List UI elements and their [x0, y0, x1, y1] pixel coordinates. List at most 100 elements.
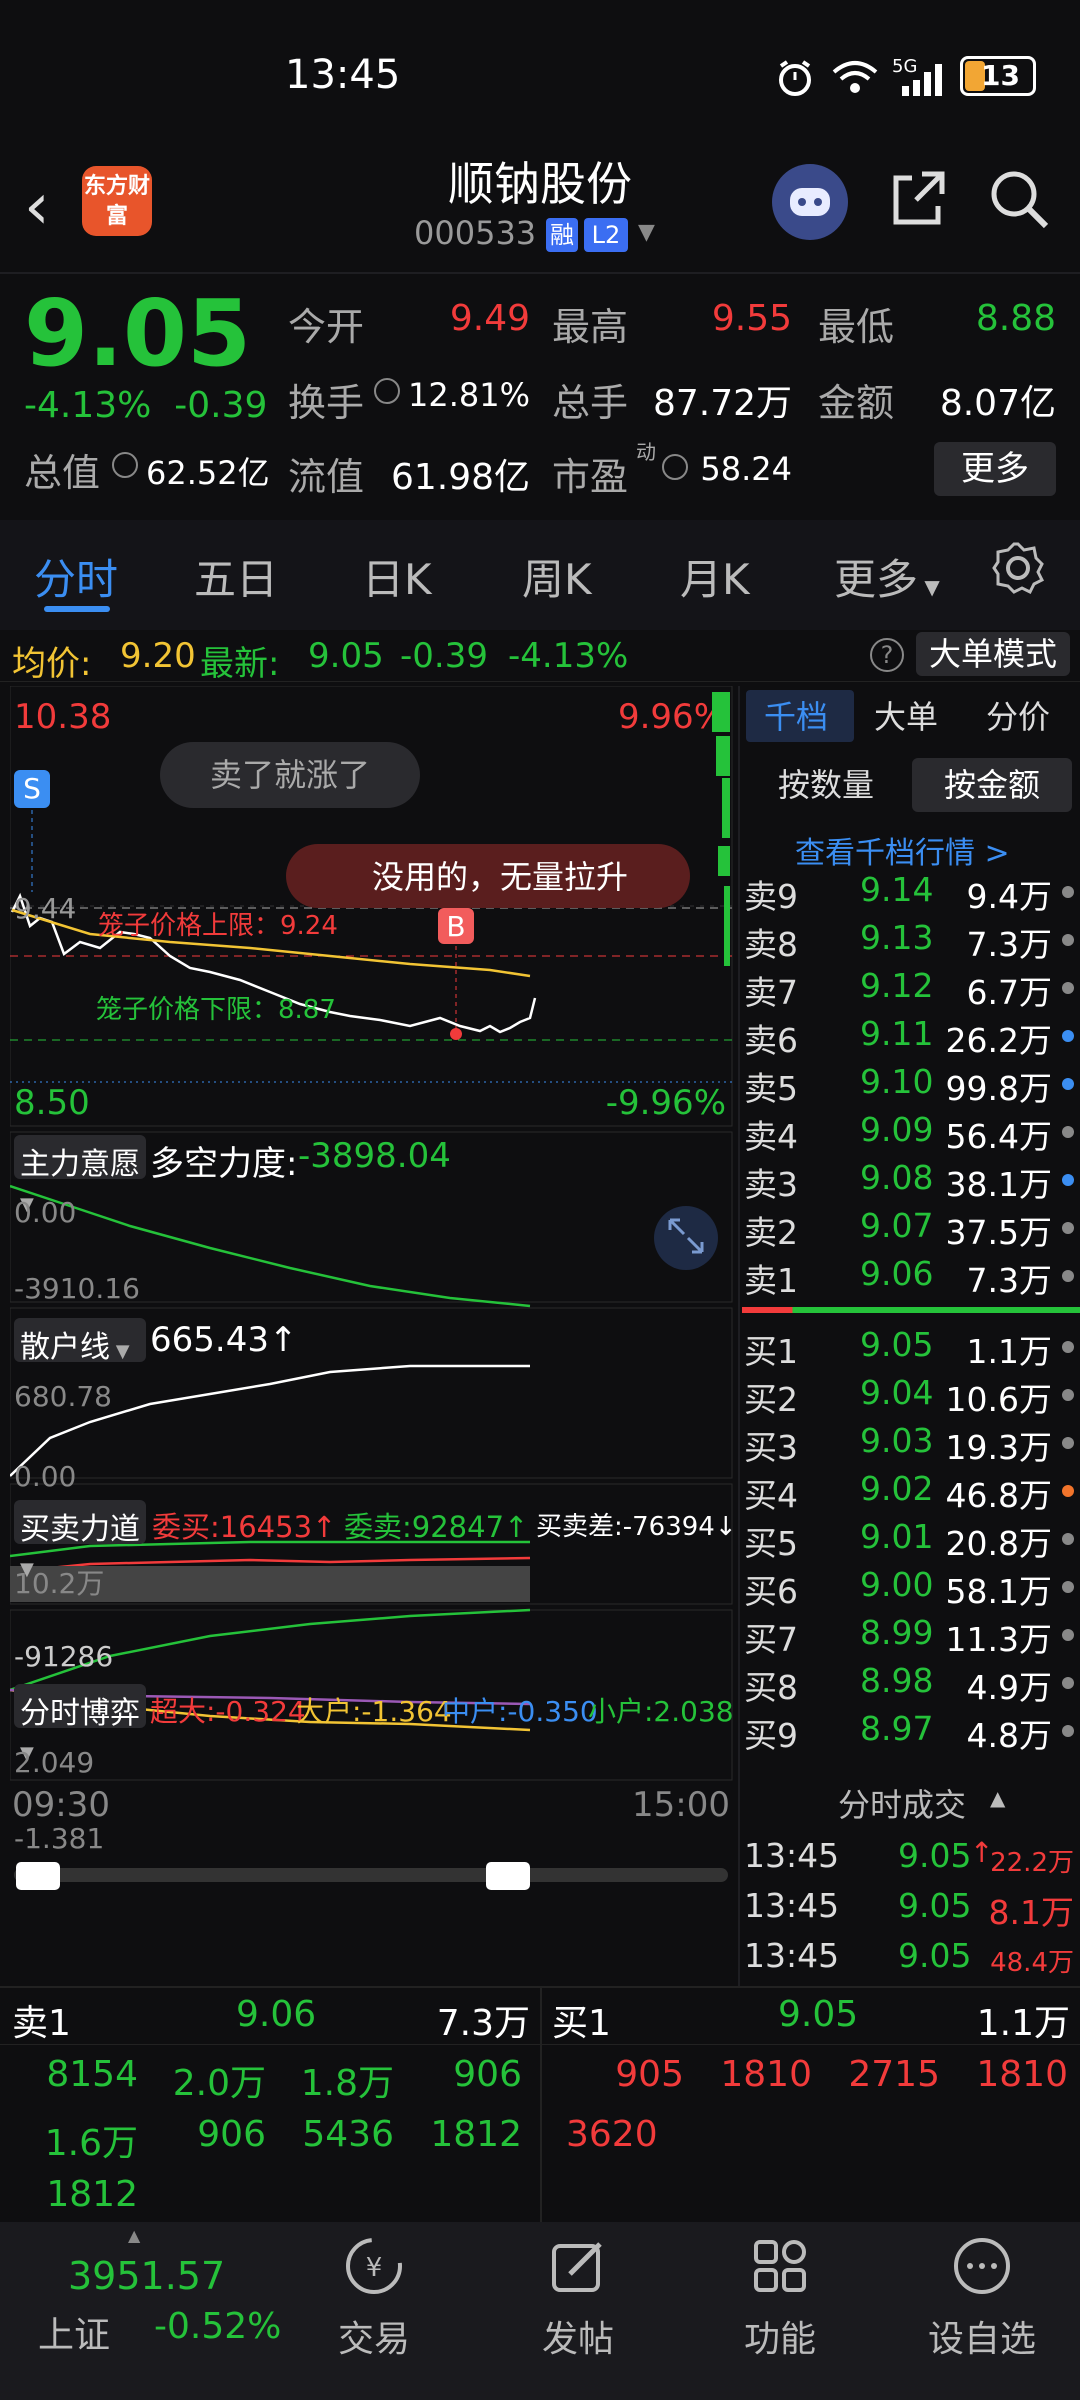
level-dot-icon — [1062, 1581, 1074, 1593]
trade-icon[interactable]: ¥ — [344, 2236, 404, 2296]
latest-pct: -4.13% — [508, 636, 629, 676]
info-icon[interactable] — [374, 378, 400, 404]
change-pct: -4.13% — [24, 385, 152, 426]
bid-price: 9.00 — [860, 1565, 934, 1604]
ob-tab-big-order[interactable]: 大单 — [874, 692, 938, 738]
indicator1-name: 多空力度: — [150, 1144, 298, 1184]
q-buy1-vol: 1.1万 — [976, 2003, 1070, 2044]
level-dot-icon — [1062, 1533, 1074, 1545]
function-grid-icon[interactable] — [750, 2236, 810, 2296]
watchlist-icon[interactable] — [952, 2236, 1012, 2296]
indicator3-diff: 买卖差:-76394↓ — [536, 1512, 737, 1542]
ask-row[interactable]: 卖7 9.12 6.7万 — [742, 966, 1080, 1014]
ask-row[interactable]: 卖8 9.13 7.3万 — [742, 918, 1080, 966]
share-icon[interactable] — [888, 168, 948, 228]
bid-row[interactable]: 买2 9.04 10.6万 — [742, 1373, 1080, 1421]
chevron-up-icon[interactable]: ▲ — [990, 1786, 1005, 1810]
chart-high-price: 10.38 — [14, 697, 111, 737]
tab-more[interactable]: 更多 ▼ — [834, 546, 940, 607]
ask-row[interactable]: 卖2 9.07 37.5万 — [742, 1206, 1080, 1254]
tab-intraday[interactable]: 分时 — [34, 546, 118, 607]
chevron-down-icon[interactable]: ▼ — [638, 220, 655, 245]
bid-row[interactable]: 买5 9.01 20.8万 — [742, 1517, 1080, 1565]
bid-row[interactable]: 买3 9.03 19.3万 — [742, 1421, 1080, 1469]
pe-superscript: 动 — [636, 440, 656, 464]
stock-name: 顺钠股份 — [448, 157, 632, 211]
bid-price: 8.97 — [860, 1709, 934, 1748]
nav-add-watchlist[interactable]: 设自选 — [912, 2310, 1052, 2362]
tab-daily-k[interactable]: 日K — [362, 546, 432, 607]
ask-row[interactable]: 卖1 9.06 7.3万 — [742, 1254, 1080, 1302]
nav-trade[interactable]: 交易 — [304, 2310, 444, 2362]
latest-label: 最新: — [200, 644, 280, 684]
ask-row[interactable]: 卖4 9.09 56.4万 — [742, 1110, 1080, 1158]
nav-function[interactable]: 功能 — [710, 2310, 850, 2362]
stock-code: 000533 — [414, 214, 537, 252]
ob-tab-price[interactable]: 分价 — [986, 692, 1050, 738]
bid-volume: 4.9万 — [966, 1668, 1052, 1707]
ask-level: 卖7 — [744, 973, 798, 1012]
tab-five-day[interactable]: 五日 — [194, 546, 278, 607]
ask-row[interactable]: 卖9 9.14 9.4万 — [742, 870, 1080, 918]
indicator-selector-main-force[interactable]: 主力意愿 ▼ — [14, 1135, 146, 1215]
ask-level: 卖9 — [744, 877, 798, 916]
index-value[interactable]: 3951.57 — [68, 2254, 225, 2298]
chevron-up-icon[interactable]: ▲ — [128, 2226, 140, 2245]
bid-row[interactable]: 买4 9.02 46.8万 — [742, 1469, 1080, 1517]
search-icon[interactable] — [988, 168, 1052, 232]
trades-title[interactable]: 分时成交 — [838, 1780, 966, 1826]
bid-level: 买8 — [744, 1668, 798, 1707]
signal-icon — [902, 64, 942, 96]
more-quote-button[interactable]: 更多 — [934, 442, 1056, 496]
subtab-by-quantity[interactable]: 按数量 — [746, 758, 906, 812]
nav-post[interactable]: 发帖 — [508, 2310, 648, 2362]
sell-queue-item: 906 — [453, 2054, 522, 2095]
comment-bubble-text: 没用的，无量拉升 — [372, 858, 628, 896]
indicator-selector-retail[interactable]: 散户线 ▼ — [14, 1318, 146, 1365]
settings-gear-icon[interactable] — [990, 540, 1046, 596]
ask-row[interactable]: 卖5 9.10 99.8万 — [742, 1062, 1080, 1110]
indicator-selector-game[interactable]: 分时博弈 ▼ — [14, 1684, 146, 1764]
ask-volume: 26.2万 — [945, 1021, 1052, 1060]
bid-price: 9.03 — [860, 1421, 934, 1460]
index-name[interactable]: 上证 — [38, 2306, 110, 2358]
bid-volume: 20.8万 — [945, 1524, 1052, 1563]
current-price: 9.05 — [24, 280, 251, 387]
subtab-by-amount[interactable]: 按金额 — [912, 758, 1072, 812]
slider-handle-left[interactable] — [16, 1862, 60, 1890]
back-icon[interactable]: ‹ — [24, 170, 50, 244]
view-thousand-link[interactable]: 查看千档行情 > — [795, 828, 1010, 872]
pe-value: 58.24 — [700, 450, 792, 488]
level-dot-icon — [1062, 886, 1074, 898]
bid-level: 买2 — [744, 1380, 798, 1419]
slider-handle-right[interactable] — [486, 1862, 530, 1890]
bid-row[interactable]: 买9 8.97 4.8万 — [742, 1709, 1080, 1757]
ask-row[interactable]: 卖6 9.11 26.2万 — [742, 1014, 1080, 1062]
level-dot-icon — [1062, 1485, 1074, 1497]
bid-row[interactable]: 买6 9.00 58.1万 — [742, 1565, 1080, 1613]
indicator-selector-bid-ask[interactable]: 买卖力道 ▼ — [14, 1500, 146, 1580]
ask-row[interactable]: 卖3 9.08 38.1万 — [742, 1158, 1080, 1206]
bid-row[interactable]: 买8 8.98 4.9万 — [742, 1661, 1080, 1709]
tab-weekly-k[interactable]: 周K — [522, 546, 592, 607]
ob-tab-thousand[interactable]: 千档 — [764, 692, 828, 738]
total-mv-label: 总值 — [24, 451, 101, 495]
bid-level: 买5 — [744, 1524, 798, 1563]
post-edit-icon[interactable] — [548, 2236, 608, 2296]
bid-price: 8.99 — [860, 1613, 934, 1652]
expand-icon[interactable] — [664, 1214, 708, 1258]
level-dot-icon — [1062, 1126, 1074, 1138]
bid-row[interactable]: 买1 9.05 1.1万 — [742, 1325, 1080, 1373]
ask-volume: 99.8万 — [945, 1069, 1052, 1108]
big-order-mode-button[interactable]: 大单模式 — [916, 632, 1070, 676]
tab-monthly-k[interactable]: 月K — [680, 546, 750, 607]
info-icon[interactable] — [112, 452, 138, 478]
bid-volume: 4.8万 — [966, 1716, 1052, 1755]
help-icon[interactable]: ? — [870, 638, 904, 672]
open-label: 今开 — [288, 305, 365, 349]
info-icon[interactable] — [662, 454, 688, 480]
time-slider-track[interactable] — [14, 1868, 728, 1882]
bid-row[interactable]: 买7 8.99 11.3万 — [742, 1613, 1080, 1661]
assistant-robot-icon[interactable] — [772, 164, 848, 240]
index-pct[interactable]: -0.52% — [154, 2306, 281, 2347]
